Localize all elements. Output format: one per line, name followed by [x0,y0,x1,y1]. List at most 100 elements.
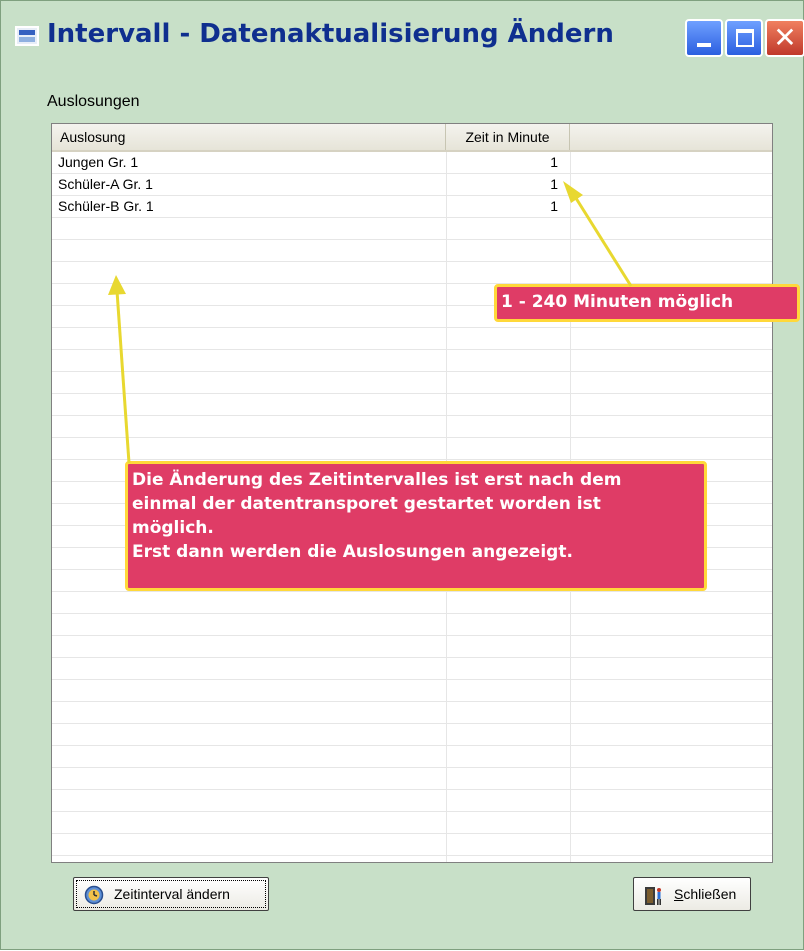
cell-auslosung [58,790,442,811]
cell-zeit [446,350,558,371]
exit-door-icon [642,885,664,910]
close-window-button[interactable]: ✕ [765,19,804,57]
cell-auslosung [58,724,442,745]
cell-auslosung [58,240,442,261]
close-icon: ✕ [773,21,797,54]
info-callout: Die Änderung des Zeitintervalles ist ers… [125,461,707,591]
cell-zeit [446,328,558,349]
table-row[interactable] [52,812,772,834]
cell-auslosung [58,834,442,855]
cell-auslosung [58,218,442,239]
close-label-rest: chließen [683,886,737,902]
cell-zeit [446,790,558,811]
cell-auslosung [58,746,442,767]
info-line: möglich. [132,518,214,538]
range-callout: 1 - 240 Minuten möglich [494,284,800,322]
table-row[interactable] [52,746,772,768]
cell-auslosung [58,416,442,437]
table-row[interactable] [52,790,772,812]
cell-zeit [446,394,558,415]
cell-auslosung [58,328,442,349]
window-title: Intervall - Datenaktualisierung Ändern [47,19,614,49]
cell-auslosung [58,636,442,657]
table-row[interactable] [52,328,772,350]
cell-zeit [446,372,558,393]
group-label: Auslosungen [47,93,140,110]
cell-zeit [446,438,558,459]
cell-auslosung [58,372,442,393]
cell-zeit [446,614,558,635]
table-row[interactable] [52,394,772,416]
table-row[interactable] [52,702,772,724]
table-row[interactable] [52,416,772,438]
cell-auslosung [58,702,442,723]
cell-auslosung: Jungen Gr. 1 [58,154,139,170]
table-row[interactable] [52,724,772,746]
cell-zeit [446,680,558,701]
dialog-window: Intervall - Datenaktualisierung Ändern ✕… [0,0,804,950]
table-row[interactable] [52,438,772,460]
window-icon [15,26,39,46]
cell-zeit [446,702,558,723]
table-row[interactable]: Jungen Gr. 1 1 [52,152,772,174]
table-row[interactable] [52,614,772,636]
list-header: Auslosung Zeit in Minute [52,124,772,152]
cell-zeit [446,746,558,767]
cell-auslosung [58,768,442,789]
column-header-auslosung[interactable]: Auslosung [52,124,446,150]
cell-zeit [446,658,558,679]
cell-zeit [446,768,558,789]
table-row[interactable] [52,636,772,658]
table-row[interactable] [52,768,772,790]
change-interval-label: Zeitinterval ändern [114,886,230,902]
table-row[interactable] [52,592,772,614]
info-line: Erst dann werden die Auslosungen angezei… [132,542,573,562]
minimize-button[interactable] [685,19,723,57]
close-button[interactable]: Schließen [633,877,751,911]
cell-auslosung [58,438,442,459]
cell-zeit: 1 [550,176,558,192]
cell-zeit [446,262,558,283]
cell-zeit [446,834,558,855]
table-row[interactable] [52,262,772,284]
clock-icon [84,885,104,908]
close-label: Schließen [674,886,737,902]
cell-auslosung [58,394,442,415]
info-line: einmal der datentransporet gestartet wor… [132,494,601,514]
cell-zeit [446,218,558,239]
cell-auslosung [58,680,442,701]
range-callout-text: 1 - 240 Minuten möglich [501,292,734,312]
info-line: Die Änderung des Zeitintervalles ist ers… [132,470,622,490]
cell-auslosung: Schüler-B Gr. 1 [58,198,154,214]
table-row[interactable] [52,240,772,262]
table-row[interactable] [52,680,772,702]
table-row[interactable]: Schüler-B Gr. 1 1 [52,196,772,218]
maximize-button[interactable] [725,19,763,57]
cell-auslosung [58,812,442,833]
cell-auslosung [58,592,442,613]
cell-auslosung [58,306,442,327]
table-row[interactable] [52,658,772,680]
maximize-icon [736,29,754,47]
table-row[interactable] [52,350,772,372]
cell-auslosung [58,262,442,283]
title-bar[interactable]: Intervall - Datenaktualisierung Ändern ✕ [1,1,804,69]
cell-zeit: 1 [550,154,558,170]
change-interval-button[interactable]: Zeitinterval ändern [73,877,269,911]
cell-zeit [446,416,558,437]
table-row[interactable] [52,372,772,394]
cell-zeit [446,240,558,261]
table-row[interactable] [52,218,772,240]
column-header-zeit[interactable]: Zeit in Minute [446,124,570,150]
cell-zeit [446,636,558,657]
cell-zeit: 1 [550,198,558,214]
cell-zeit [446,812,558,833]
cell-auslosung [58,658,442,679]
cell-zeit [446,592,558,613]
table-row[interactable]: Schüler-A Gr. 1 1 [52,174,772,196]
cell-auslosung [58,350,442,371]
table-row[interactable] [52,834,772,856]
cell-auslosung [58,284,442,305]
cell-auslosung [58,614,442,635]
cell-zeit [446,724,558,745]
